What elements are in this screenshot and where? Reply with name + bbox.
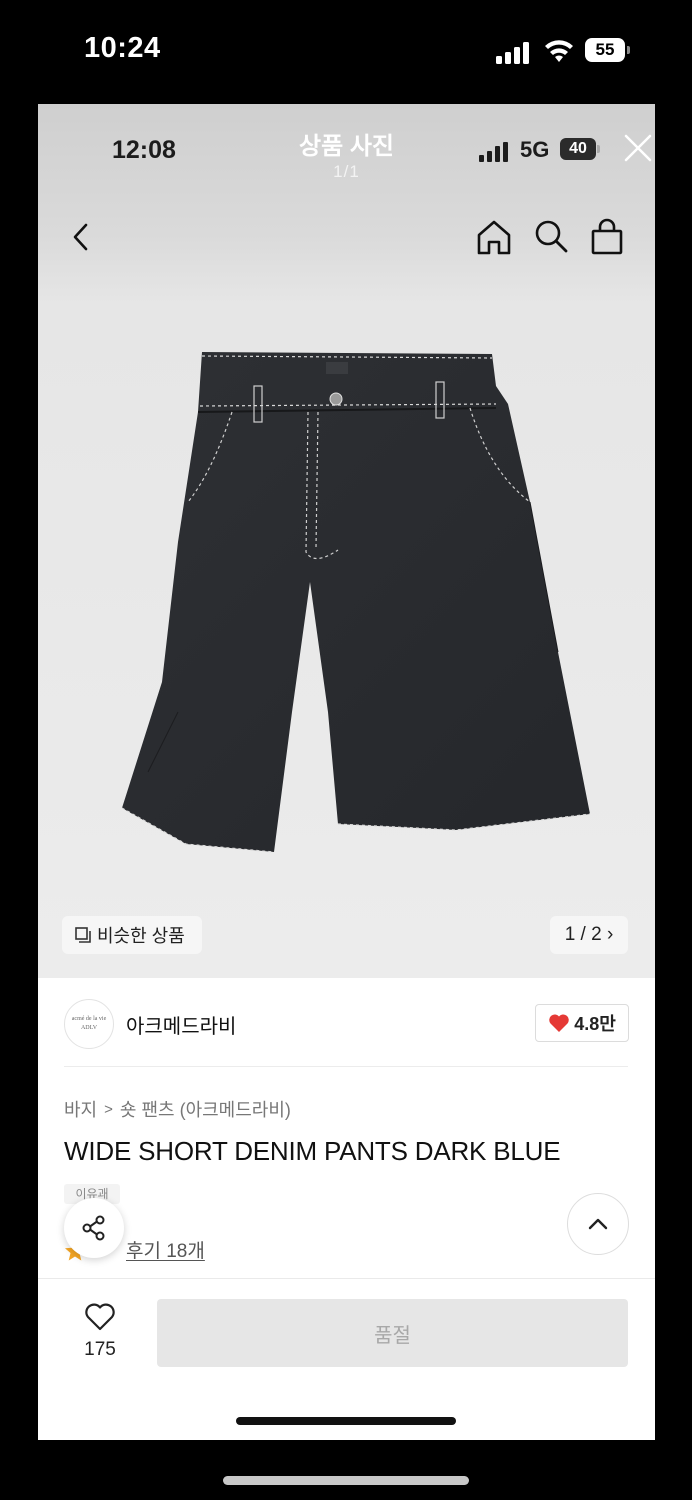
breadcrumb-subcategory[interactable]: 숏 팬츠 (아크메드라비) (120, 1096, 291, 1122)
home-indicator[interactable] (223, 1476, 469, 1485)
similar-items-label: 비슷한 상품 (97, 926, 185, 946)
heart-icon (549, 1014, 569, 1032)
inner-battery-icon: 40 (560, 138, 600, 162)
shopping-bag-icon[interactable] (589, 218, 625, 256)
breadcrumb: 바지 > 숏 팬츠 (아크메드라비) (64, 1096, 291, 1122)
sold-out-button[interactable]: 품절 (157, 1299, 628, 1367)
scroll-to-top-button[interactable] (567, 1193, 629, 1255)
image-page-indicator[interactable]: 1 / 2 › (550, 916, 628, 954)
review-count-link[interactable]: 후기 18개 (126, 1236, 205, 1263)
brand-logo-abbr: ADLV (80, 1025, 98, 1031)
battery-icon: 55 (585, 38, 631, 64)
breadcrumb-category[interactable]: 바지 (64, 1096, 97, 1122)
cellular-signal-icon (496, 42, 529, 64)
brand-name[interactable]: 아크메드라비 (126, 1010, 236, 1039)
home-icon[interactable] (475, 218, 513, 256)
breadcrumb-separator-icon: > (104, 1100, 113, 1118)
brand-logo-text: acmé de la vie (71, 1016, 107, 1022)
inner-screenshot: 12:08 상품 사진 1/1 5G 40 비슷한 상품 1 / 2 › acm… (38, 104, 655, 1440)
back-icon[interactable] (68, 220, 94, 254)
photo-viewer-counter: 1/1 (333, 162, 360, 181)
wifi-icon (545, 40, 573, 62)
inner-home-indicator (236, 1417, 456, 1425)
brand-logo[interactable]: acmé de la vie ADLV (64, 999, 114, 1049)
chevron-up-icon (588, 1218, 608, 1230)
product-photo-area: 12:08 상품 사진 1/1 5G 40 비슷한 상품 1 / 2 › (38, 104, 655, 978)
inner-status-time: 12:08 (112, 136, 176, 164)
product-title: WIDE SHORT DENIM PANTS DARK BLUE (64, 1136, 561, 1166)
similar-items-button[interactable]: 비슷한 상품 (62, 916, 202, 954)
photo-viewer-title: 상품 사진 (299, 133, 394, 160)
outer-status-time: 10:24 (84, 32, 161, 64)
close-icon[interactable] (622, 132, 654, 164)
similar-items-icon (75, 927, 91, 943)
share-button[interactable] (64, 1198, 124, 1258)
wishlist-count: 175 (84, 1339, 116, 1360)
network-type: 5G (520, 137, 550, 162)
inner-battery-level: 40 (560, 138, 596, 160)
brand-like-button[interactable]: 4.8만 (535, 1004, 629, 1042)
battery-level: 55 (585, 38, 625, 62)
search-icon[interactable] (533, 218, 569, 254)
brand-like-count: 4.8만 (574, 1014, 616, 1034)
inner-signal-icon (479, 142, 508, 162)
share-icon (82, 1215, 105, 1241)
denim-shorts-image (121, 352, 591, 853)
wishlist-heart-icon[interactable] (84, 1302, 116, 1332)
divider (64, 1066, 628, 1067)
